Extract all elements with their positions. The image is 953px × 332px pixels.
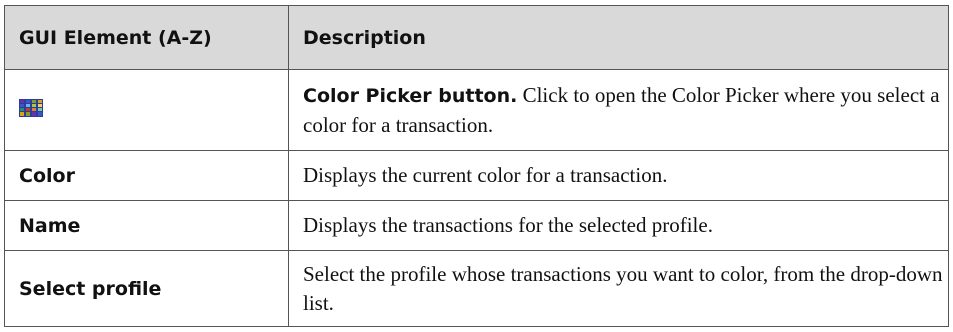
description-cell: Color Picker button. Click to open the C… [288,69,949,151]
description-cell: Select the profile whose transactions yo… [288,250,949,327]
color-picker-icon [19,98,43,122]
table-row: Color Displays the current color for a t… [4,150,949,201]
header-row: GUI Element (A-Z) Description [4,5,949,70]
description-bold: Color Picker button. [303,84,518,107]
table-row: Select profile Select the profile whose … [4,250,949,327]
element-cell: Name [4,200,289,251]
header-description: Description [288,5,949,70]
element-cell: Select profile [4,250,289,327]
header-gui-element: GUI Element (A-Z) [4,5,289,70]
element-cell [4,69,289,151]
gui-elements-table: GUI Element (A-Z) Description Color Pick… [4,5,949,327]
description-cell: Displays the current color for a transac… [288,150,949,201]
element-cell: Color [4,150,289,201]
table-row: Name Displays the transactions for the s… [4,200,949,251]
table-row: Color Picker button. Click to open the C… [4,69,949,151]
description-cell: Displays the transactions for the select… [288,200,949,251]
